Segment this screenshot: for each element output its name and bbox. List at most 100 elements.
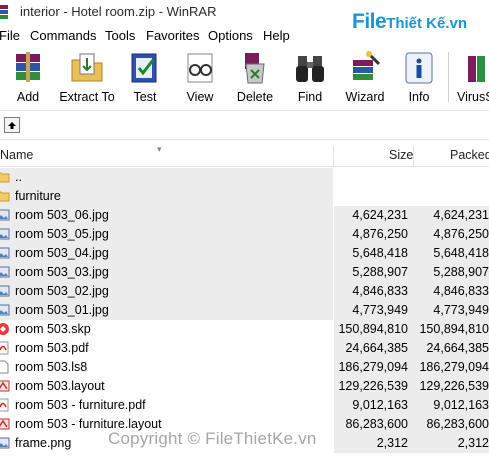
file-size: 4,624,231	[352, 208, 408, 222]
folder-extract-icon	[71, 53, 103, 82]
file-name: furniture	[15, 189, 61, 203]
image-file-icon	[0, 246, 10, 260]
file-name: room 503_04.jpg	[15, 246, 109, 260]
file-name: room 503.layout	[15, 379, 105, 393]
file-size: 24,664,385	[345, 341, 408, 355]
info-button[interactable]: Info	[398, 46, 440, 106]
file-size: 5,288,907	[352, 265, 408, 279]
file-name: room 503_02.jpg	[15, 284, 109, 298]
virus-scan-icon	[468, 56, 485, 82]
row-highlight	[0, 168, 333, 187]
test-check-icon	[131, 53, 157, 83]
file-size: 86,283,600	[345, 417, 408, 431]
image-file-icon	[0, 208, 10, 222]
sketchup-file-icon	[0, 322, 10, 336]
file-packed-size: 4,773,949	[433, 303, 489, 317]
file-name: room 503_03.jpg	[15, 265, 109, 279]
file-size: 5,648,418	[352, 246, 408, 260]
up-arrow-icon	[8, 122, 16, 129]
binoculars-find-icon	[296, 56, 324, 82]
glasses-view-icon	[187, 53, 213, 83]
column-name-header[interactable]: Name	[0, 148, 33, 162]
file-packed-size: 24,664,385	[426, 341, 489, 355]
image-file-icon	[0, 284, 10, 298]
image-file-icon	[0, 227, 10, 241]
find-button[interactable]: Find	[288, 46, 332, 106]
file-size: 2,312	[376, 436, 408, 450]
file-name: room 503_01.jpg	[15, 303, 109, 317]
file-name: frame.png	[15, 436, 72, 450]
add-button[interactable]: Add	[6, 46, 50, 106]
view-button[interactable]: View	[178, 46, 222, 106]
menu-commands[interactable]: Commands	[30, 28, 96, 43]
file-size: 4,846,833	[352, 284, 408, 298]
menu-help[interactable]: Help	[263, 28, 290, 43]
image-file-icon	[0, 265, 10, 279]
folder-icon	[0, 170, 10, 184]
file-name: room 503.skp	[15, 322, 91, 336]
file-name: room 503.ls8	[15, 360, 88, 374]
file-size: 129,226,539	[338, 379, 408, 393]
virus-scan-button[interactable]: VirusS	[455, 46, 489, 106]
title-bar: interior - Hotel room.zip - WinRAR FileT…	[0, 0, 489, 33]
document-file-icon	[0, 360, 10, 374]
books-add-icon	[16, 52, 40, 82]
file-name: room 503.pdf	[15, 341, 89, 355]
menu-favorites[interactable]: Favorites	[146, 28, 199, 43]
delete-button[interactable]: Delete	[234, 46, 276, 106]
file-packed-size: 9,012,163	[433, 398, 489, 412]
file-row[interactable]: room 503_01.jpg 4,773,949 4,773,949	[0, 301, 489, 320]
toolbar: Add Extract To Test View Delete Find Wiz…	[0, 46, 489, 108]
file-row[interactable]: room 503.pdf 24,664,385 24,664,385	[0, 339, 489, 358]
column-packed-header[interactable]: Packed	[450, 148, 489, 162]
file-packed-size: 86,283,600	[426, 417, 489, 431]
file-row[interactable]: room 503_04.jpg 5,648,418 5,648,418	[0, 244, 489, 263]
winrar-app-icon	[0, 5, 8, 19]
menu-options[interactable]: Options	[208, 28, 253, 43]
folder-icon	[0, 189, 10, 203]
delete-recycle-icon	[245, 53, 265, 84]
menu-tools[interactable]: Tools	[105, 28, 135, 43]
column-divider[interactable]	[413, 146, 414, 166]
image-file-icon	[0, 303, 10, 317]
menu-bar: File Commands Tools Favorites Options He…	[0, 26, 489, 46]
up-one-level-button[interactable]	[4, 117, 20, 133]
file-row[interactable]: room 503_06.jpg 4,624,231 4,624,231	[0, 206, 489, 225]
file-size: 150,894,810	[338, 322, 408, 336]
pdf-file-icon	[0, 398, 10, 412]
image-file-icon	[0, 436, 10, 450]
file-row[interactable]: room 503.ls8 186,279,094 186,279,094	[0, 358, 489, 377]
file-row[interactable]: room 503 - furniture.pdf 9,012,163 9,012,1…	[0, 396, 489, 415]
pdf-file-icon	[0, 341, 10, 355]
test-button[interactable]: Test	[124, 46, 166, 106]
file-packed-size: 4,846,833	[433, 284, 489, 298]
file-packed-size: 4,876,250	[433, 227, 489, 241]
file-row[interactable]: room 503_03.jpg 5,288,907 5,288,907	[0, 263, 489, 282]
file-size: 4,773,949	[352, 303, 408, 317]
layout-file-icon	[0, 379, 10, 393]
file-name: room 503_05.jpg	[15, 227, 109, 241]
wizard-icon	[353, 51, 381, 80]
file-size: 186,279,094	[338, 360, 408, 374]
file-packed-size: 186,279,094	[419, 360, 489, 374]
info-icon	[405, 52, 433, 84]
file-packed-size: 4,624,231	[433, 208, 489, 222]
folder-row[interactable]: furniture	[0, 187, 489, 206]
menu-file[interactable]: File	[0, 28, 20, 43]
file-row[interactable]: room 503_02.jpg 4,846,833 4,846,833	[0, 282, 489, 301]
file-row[interactable]: room 503.skp 150,894,810 150,894,810	[0, 320, 489, 339]
file-size: 9,012,163	[352, 398, 408, 412]
column-size-header[interactable]: Size	[389, 148, 413, 162]
column-divider[interactable]	[333, 146, 334, 166]
file-row[interactable]: room 503_05.jpg 4,876,250 4,876,250	[0, 225, 489, 244]
window-title: interior - Hotel room.zip - WinRAR	[20, 4, 217, 19]
sort-caret-icon: ▾	[157, 144, 162, 154]
file-list-header: ▾ Name Size Packed	[0, 144, 489, 167]
file-name: ..	[15, 170, 22, 184]
file-size: 4,876,250	[352, 227, 408, 241]
file-packed-size: 2,312	[457, 436, 489, 450]
folder-row[interactable]: ..	[0, 168, 489, 187]
extract-to-button[interactable]: Extract To	[58, 46, 116, 106]
file-row[interactable]: room 503.layout 129,226,539 129,226,539	[0, 377, 489, 396]
wizard-button[interactable]: Wizard	[342, 46, 388, 106]
